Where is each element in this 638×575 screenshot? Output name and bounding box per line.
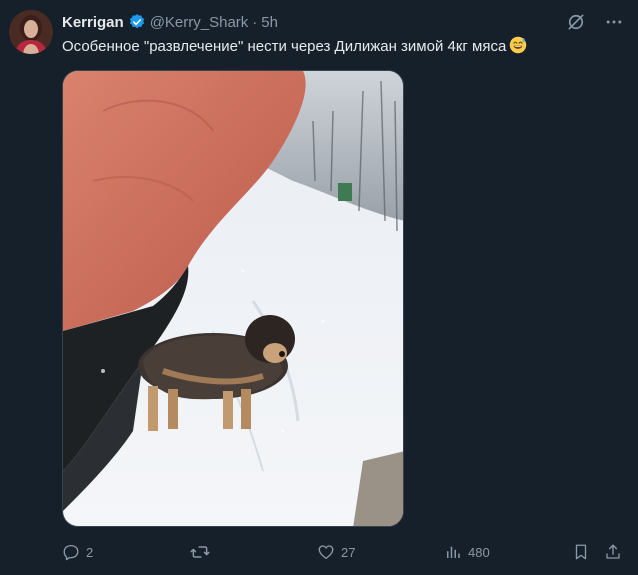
tweet-text-content: Особенное "развлечение" нести через Дили… bbox=[62, 38, 507, 55]
views-icon bbox=[444, 543, 462, 561]
grok-icon[interactable] bbox=[564, 10, 588, 34]
author-name[interactable]: Kerrigan bbox=[62, 14, 124, 31]
grinning-sweat-emoji bbox=[509, 36, 527, 54]
share-icon bbox=[604, 543, 622, 561]
like-icon bbox=[317, 543, 335, 561]
more-icon[interactable] bbox=[602, 10, 626, 34]
retweet-icon bbox=[190, 542, 210, 562]
action-bar: 2 27 480 bbox=[62, 540, 630, 564]
reply-icon bbox=[62, 543, 80, 561]
views-button[interactable]: 480 bbox=[444, 540, 490, 564]
tweet-header: Kerrigan @Kerry_Shark · 5h bbox=[62, 12, 278, 32]
like-count: 27 bbox=[341, 544, 356, 560]
top-actions bbox=[564, 10, 626, 34]
post-time[interactable]: 5h bbox=[261, 14, 278, 31]
author-handle[interactable]: @Kerry_Shark bbox=[150, 14, 249, 31]
reply-button[interactable]: 2 bbox=[62, 540, 93, 564]
like-button[interactable]: 27 bbox=[317, 540, 355, 564]
tweet-text: Особенное "развлечение" нести через Дили… bbox=[62, 36, 527, 57]
retweet-button[interactable] bbox=[190, 540, 216, 564]
avatar[interactable] bbox=[9, 10, 53, 54]
bookmark-button[interactable] bbox=[572, 540, 590, 564]
share-button[interactable] bbox=[604, 540, 622, 564]
tweet-photo[interactable] bbox=[62, 70, 404, 527]
views-count: 480 bbox=[468, 544, 490, 560]
reply-count: 2 bbox=[86, 544, 94, 560]
bookmark-icon bbox=[572, 543, 590, 561]
separator-dot: · bbox=[252, 13, 258, 31]
verified-badge-icon bbox=[128, 13, 146, 31]
tweet[interactable]: Kerrigan @Kerry_Shark · 5h Особенное "ра… bbox=[0, 0, 638, 575]
